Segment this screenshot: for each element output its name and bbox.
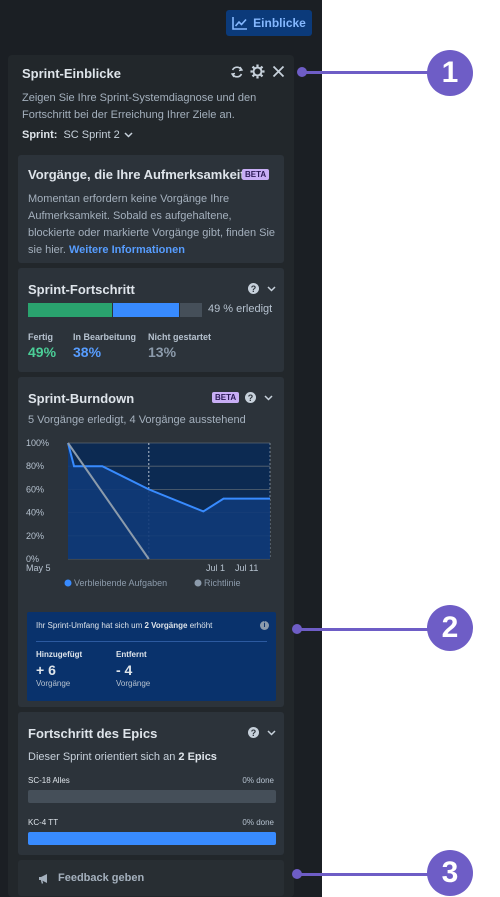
chevron-down-icon[interactable] [264,394,273,401]
burndown-subtitle: 5 Vorgänge erledigt, 4 Vorgänge ausstehe… [28,414,246,426]
attention-card: Vorgänge, die Ihre Aufmerksamkeit... BET… [18,155,284,263]
attention-title: Vorgänge, die Ihre Aufmerksamkeit... [28,167,256,182]
stat-value: 13% [148,344,177,360]
burndown-help[interactable]: ? [245,392,273,403]
sprint-burndown-card: Sprint-Burndown BETA ? 5 Vorgänge erledi… [18,377,284,707]
epic-progress-bar [28,832,276,845]
chevron-down-icon[interactable] [267,285,276,292]
feedback-label: Feedback geben [58,872,145,884]
epics-subtitle: Dieser Sprint orientiert sich an 2 Epics [28,751,217,763]
help-icon[interactable]: ? [248,727,259,738]
stat-in-progress: In Bearbeitung 38% [73,332,136,360]
sprint-select-value: SC Sprint 2 [63,129,120,141]
beta-badge: BETA [212,392,240,403]
y-tick-label: 100% [26,438,49,448]
attention-text: Momentan erfordern keine Vorgänge Ihre A… [28,191,278,259]
scope-added-unit: Vorgänge [36,679,71,688]
stat-value: 49% [28,344,57,360]
scope-message-pre: Ihr Sprint-Umfang hat sich um [36,621,145,630]
sprint-label: Sprint: [22,129,58,141]
panel-description: Zeigen Sie Ihre Sprint-Systemdiagnose un… [22,92,257,121]
x-tick-label: May 5 [26,563,51,573]
epic-percent: 0% done [242,818,274,827]
legend-marker [194,579,202,587]
epic-percent: 0% done [242,776,274,785]
scope-removed-unit: Vorgänge [116,679,151,688]
chevron-down-icon [124,132,133,138]
close-icon[interactable] [270,63,287,80]
insights-button[interactable]: Einblicke [226,10,312,36]
epics-subtitle-pre: Dieser Sprint orientiert sich an [28,751,179,763]
trend-chart-icon [232,17,248,30]
epic-name: KC-4 TT [28,818,59,827]
callout-2-line [297,628,430,631]
scope-message-count: 2 Vorgänge [144,621,188,630]
epic-progress-bar [28,790,276,803]
scope-removed: Entfernt - 4 Vorgänge [116,650,150,688]
stat-label: In Bearbeitung [73,332,137,342]
help-icon[interactable]: ? [248,283,259,294]
callout-3-line [297,873,430,876]
x-tick-label: Jul 11 [235,563,258,573]
stat-not-started: Nicht gestartet 13% [148,332,211,360]
epics-title: Fortschritt des Epics [28,726,158,741]
progress-help[interactable]: ? [248,283,276,294]
x-tick-label: Jul 1 [206,563,225,573]
legend-label: Verbleibende Aufgaben [74,578,167,588]
scope-removed-value: - 4 [116,662,133,678]
sprint-progress-card: Sprint-Fortschritt ? 49 % erledigt Ferti… [18,268,284,372]
y-tick-label: 60% [26,484,44,494]
sprint-row: Sprint: SC Sprint 2 [22,129,133,141]
scope-added: Hinzugefügt + 6 Vorgänge [36,650,82,688]
refresh-icon[interactable] [228,63,245,80]
learn-more-link[interactable]: Weitere Informationen [69,244,185,256]
callout-1-line [302,71,430,74]
stat-value: 38% [73,344,102,360]
help-icon[interactable]: ? [245,392,256,403]
gear-icon[interactable] [249,63,266,80]
progress-bar-not-started [179,303,202,317]
stat-done: Fertig 49% [28,332,56,360]
epic-name: SC-18 Alles [28,776,70,785]
epics-progress-card: Fortschritt des Epics ? Dieser Sprint or… [18,712,284,855]
sprint-select[interactable]: SC Sprint 2 [63,129,133,141]
callout-1-badge: 1 [427,50,473,96]
stat-label: Nicht gestartet [148,332,212,342]
scope-change-box: Ihr Sprint-Umfang hat sich um 2 Vorgänge… [27,612,276,701]
y-tick-label: 80% [26,461,44,471]
epics-help[interactable]: ? [248,727,276,738]
legend-marker [64,579,72,587]
sprint-insights-panel: Sprint-Einblicke Zeigen Sie Ihre Sprint-… [8,55,294,897]
scope-added-value: + 6 [36,662,56,678]
burndown-chart: 100%80%60%40%20%0%May 5 Jul 1 Jul 11Verble… [26,438,271,588]
scope-removed-label: Entfernt [116,650,147,659]
beta-badge: BETA [242,169,270,180]
progress-title: Sprint-Fortschritt [28,282,135,297]
callout-3-badge: 3 [427,850,473,896]
y-tick-label: 40% [26,508,44,518]
progress-percent-label: 49 % erledigt [208,303,273,315]
progress-bar-done [28,303,113,317]
scope-message-post: erhöht [187,621,213,630]
callout-2-badge: 2 [427,605,473,651]
chevron-down-icon[interactable] [267,729,276,736]
stat-label: Fertig [28,332,54,342]
epics-count: 2 Epics [178,751,217,763]
panel-title: Sprint-Einblicke [22,66,121,81]
burndown-title: Sprint-Burndown [28,391,135,406]
feedback-button[interactable]: Feedback geben [18,860,284,896]
legend-label: Richtlinie [204,578,241,588]
progress-bar [28,303,202,317]
info-icon[interactable]: i [260,621,269,630]
scope-message: Ihr Sprint-Umfang hat sich um 2 Vorgänge… [36,621,212,630]
megaphone-icon [39,873,47,884]
progress-bar-in-progress [113,303,179,317]
scope-added-label: Hinzugefügt [36,650,83,659]
insights-button-label: Einblicke [253,16,306,30]
y-tick-label: 20% [26,531,44,541]
divider [36,641,267,642]
